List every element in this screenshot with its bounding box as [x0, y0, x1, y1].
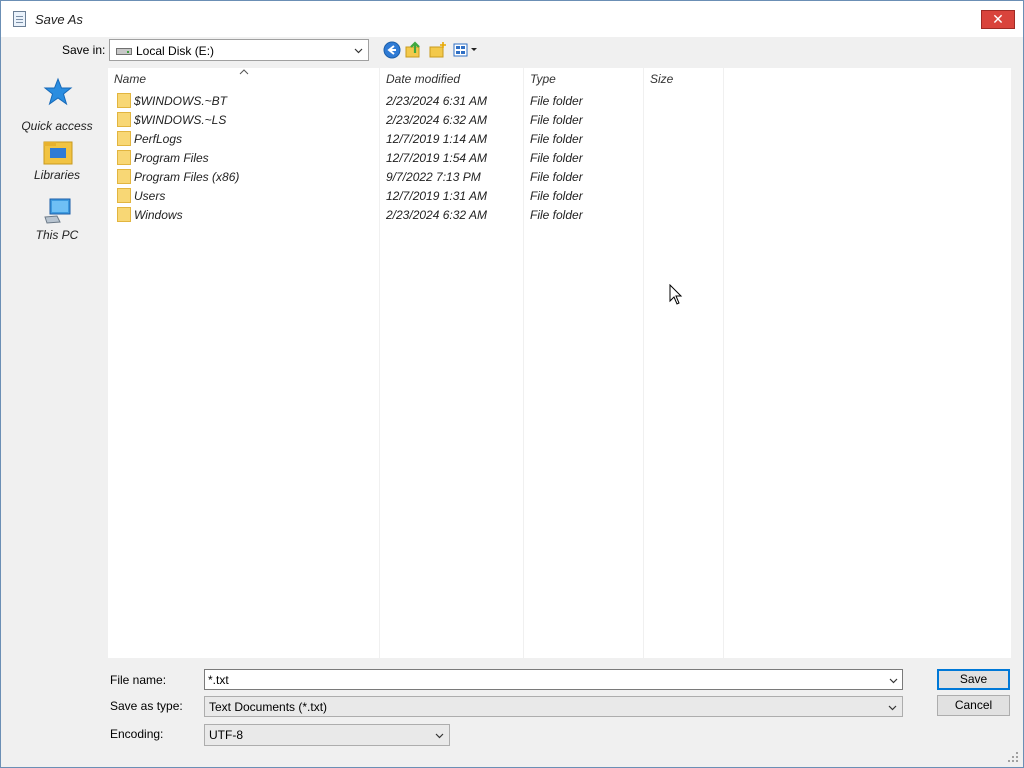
libraries-icon [43, 137, 73, 167]
file-row[interactable]: Program Files 12/7/2019 1:54 AM File fol… [108, 149, 728, 168]
sort-ascending-icon [239, 65, 249, 75]
save-in-value: Local Disk (E:) [136, 44, 215, 58]
save-as-type-value: Text Documents (*.txt) [209, 700, 328, 714]
place-label: Quick access [21, 119, 93, 133]
folder-icon [117, 131, 131, 146]
chevron-down-icon [888, 701, 897, 711]
file-name: Program Files [134, 151, 209, 165]
place-this-pc[interactable]: This PC [9, 197, 105, 251]
file-row[interactable]: Windows 2/23/2024 6:32 AM File folder [108, 206, 728, 225]
file-type: File folder [530, 113, 583, 127]
title-bar[interactable]: Save As ✕ [1, 1, 1023, 37]
place-label: Libraries [33, 168, 81, 182]
save-in-dropdown[interactable]: Local Disk (E:) [109, 39, 369, 61]
folder-icon [117, 188, 131, 203]
file-name: Users [134, 189, 166, 203]
place-libraries[interactable]: Libraries [9, 137, 105, 191]
column-header-size[interactable]: Size [644, 68, 724, 90]
back-icon[interactable] [383, 41, 401, 59]
close-button[interactable]: ✕ [981, 10, 1015, 29]
file-row[interactable]: Program Files (x86) 9/7/2022 7:13 PM Fil… [108, 168, 728, 187]
file-row[interactable]: PerfLogs 12/7/2019 1:14 AM File folder [108, 130, 728, 149]
folder-icon [117, 112, 131, 127]
place-label: This PC [35, 228, 79, 242]
save-as-type-label: Save as type: [110, 699, 183, 713]
file-row[interactable]: Users 12/7/2019 1:31 AM File folder [108, 187, 728, 206]
file-date: 12/7/2019 1:54 AM [386, 151, 487, 165]
file-type: File folder [530, 132, 583, 146]
file-date: 2/23/2024 6:32 AM [386, 208, 487, 222]
save-button[interactable]: Save [937, 669, 1010, 690]
file-name: $WINDOWS.~LS [134, 113, 227, 127]
file-name: $WINDOWS.~BT [134, 94, 228, 108]
encoding-dropdown[interactable]: UTF-8 [204, 724, 450, 746]
file-type: File folder [530, 94, 583, 108]
resize-grip-icon[interactable] [1007, 751, 1019, 763]
folder-icon [117, 169, 131, 184]
new-folder-icon[interactable] [429, 41, 447, 59]
file-row[interactable]: $WINDOWS.~BT 2/23/2024 6:31 AM File fold… [108, 92, 728, 111]
window-title: Save As [35, 12, 83, 27]
file-type: File folder [530, 151, 583, 165]
file-name-input[interactable] [204, 669, 903, 690]
save-in-label: Save in: [62, 43, 106, 57]
place-quick-access[interactable]: Quick access [9, 77, 105, 133]
folder-icon [117, 150, 131, 165]
chevron-down-icon [354, 44, 363, 54]
file-date: 2/23/2024 6:31 AM [386, 94, 487, 108]
file-name-label: File name: [110, 673, 167, 687]
save-as-dialog: Save As ✕ Save in: Local Disk (E:) Quick… [0, 0, 1024, 768]
file-list[interactable]: Name Date modified Type Size $WINDOWS.~B… [108, 68, 1011, 658]
views-menu-icon[interactable] [453, 41, 479, 59]
mouse-cursor-icon [669, 283, 683, 306]
file-type: File folder [530, 170, 583, 184]
encoding-value: UTF-8 [209, 728, 243, 742]
file-name: Program Files (x86) [134, 170, 240, 184]
file-type: File folder [530, 208, 583, 222]
folder-icon [117, 207, 131, 222]
file-type: File folder [530, 189, 583, 203]
star-icon [43, 77, 73, 107]
file-row[interactable]: $WINDOWS.~LS 2/23/2024 6:32 AM File fold… [108, 111, 728, 130]
chevron-down-icon[interactable] [889, 674, 898, 684]
save-as-type-dropdown[interactable]: Text Documents (*.txt) [204, 696, 903, 717]
column-header-type[interactable]: Type [524, 68, 644, 90]
chevron-down-icon [435, 729, 444, 739]
file-name: Windows [134, 208, 183, 222]
file-date: 12/7/2019 1:31 AM [386, 189, 487, 203]
places-bar: Quick access Libraries This PC [9, 67, 105, 663]
notepad-icon [13, 11, 26, 27]
file-name: PerfLogs [134, 132, 183, 146]
computer-icon [43, 197, 73, 227]
file-date: 2/23/2024 6:32 AM [386, 113, 487, 127]
folder-icon [117, 93, 131, 108]
column-header-date-modified[interactable]: Date modified [380, 68, 524, 90]
up-folder-icon[interactable] [405, 41, 423, 59]
drive-icon [116, 48, 132, 55]
cancel-button[interactable]: Cancel [937, 695, 1010, 716]
encoding-label: Encoding: [110, 727, 164, 741]
file-date: 9/7/2022 7:13 PM [386, 170, 481, 184]
file-date: 12/7/2019 1:14 AM [386, 132, 487, 146]
